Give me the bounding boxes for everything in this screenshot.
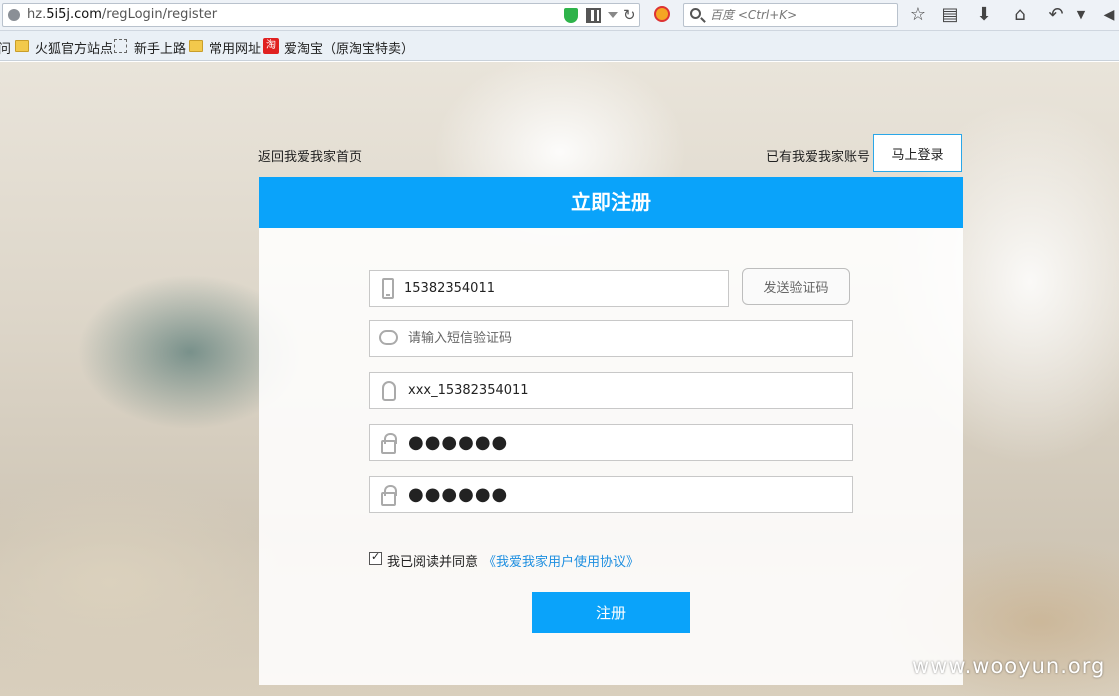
bookmark-star-icon[interactable]: ☆ [907, 3, 929, 27]
panel-title: 立即注册 [259, 177, 963, 228]
shield-icon[interactable] [564, 8, 578, 23]
confirm-password-field[interactable] [369, 476, 853, 513]
send-code-button[interactable]: 发送验证码 [742, 268, 850, 305]
password-field[interactable] [369, 424, 853, 461]
bookmark-item[interactable]: 问 [0, 38, 11, 57]
search-bar[interactable] [683, 3, 898, 27]
folder-icon [15, 40, 29, 52]
password-input[interactable] [408, 425, 838, 460]
back-home-link[interactable]: 返回我爱我家首页 [258, 146, 362, 165]
qr-code-icon[interactable] [586, 8, 601, 23]
url-prefix: hz. [27, 7, 47, 22]
phone-icon [382, 278, 394, 299]
search-icon[interactable] [690, 8, 701, 19]
url-domain: 5i5j.com [46, 7, 102, 22]
reload-icon[interactable]: ↻ [623, 6, 636, 24]
phone-input[interactable] [404, 271, 714, 306]
browser-toolbar: hz.5i5j.com/regLogin/register ↻ ☆ ▤ ⬇ ⌂ … [0, 0, 1119, 31]
folder-icon [189, 40, 203, 52]
back-history-icon[interactable]: ↶ [1045, 3, 1067, 27]
sms-code-input[interactable] [408, 321, 838, 356]
home-icon[interactable]: ⌂ [1009, 3, 1031, 27]
agree-text: 我已阅读并同意 [387, 555, 479, 570]
user-icon [382, 381, 396, 401]
username-field[interactable] [369, 372, 853, 409]
agreement-link[interactable]: 《我爱我家用户使用协议》 [483, 551, 639, 570]
sms-code-field[interactable] [369, 320, 853, 357]
taobao-icon: 淘 [263, 38, 279, 54]
username-input[interactable] [408, 373, 838, 408]
search-input[interactable] [710, 6, 890, 24]
watermark: www.wooyun.org [912, 654, 1106, 678]
bookmarks-bar: 问 火狐官方站点 新手上路 常用网址 淘 爱淘宝（原淘宝特卖） [0, 31, 1119, 61]
history-dropdown-icon[interactable]: ▼ [1070, 3, 1092, 27]
url-dropdown-icon[interactable] [608, 12, 618, 18]
have-account-text: 已有我爱我家账号 [766, 150, 871, 165]
ad-block-icon[interactable] [654, 6, 670, 22]
bookmark-item[interactable]: 爱淘宝（原淘宝特卖） [284, 38, 414, 57]
volume-icon[interactable]: ◀ [1098, 3, 1119, 27]
url-bar[interactable]: hz.5i5j.com/regLogin/register ↻ [2, 3, 640, 27]
page-icon [114, 39, 127, 53]
url-path: /regLogin/register [101, 7, 218, 22]
lock-icon [381, 433, 397, 454]
bookmarks-list-icon[interactable]: ▤ [939, 3, 961, 27]
lock-icon [381, 485, 397, 506]
agree-checkbox[interactable] [369, 550, 382, 565]
chat-icon [379, 330, 398, 345]
phone-field[interactable] [369, 270, 729, 307]
url-text[interactable]: hz.5i5j.com/regLogin/register [27, 7, 217, 22]
bookmark-item[interactable]: 常用网址 [209, 38, 261, 57]
login-button[interactable]: 马上登录 [873, 134, 962, 172]
register-button[interactable]: 注册 [532, 592, 690, 633]
confirm-password-input[interactable] [408, 477, 838, 512]
download-icon[interactable]: ⬇ [973, 3, 995, 27]
bookmark-item[interactable]: 火狐官方站点 [35, 38, 113, 57]
globe-icon [8, 9, 20, 21]
bookmark-item[interactable]: 新手上路 [134, 38, 186, 57]
register-panel: 立即注册 发送验证码 我已阅读并同意 《我爱我家用户使用协议》 注册 [259, 177, 963, 685]
